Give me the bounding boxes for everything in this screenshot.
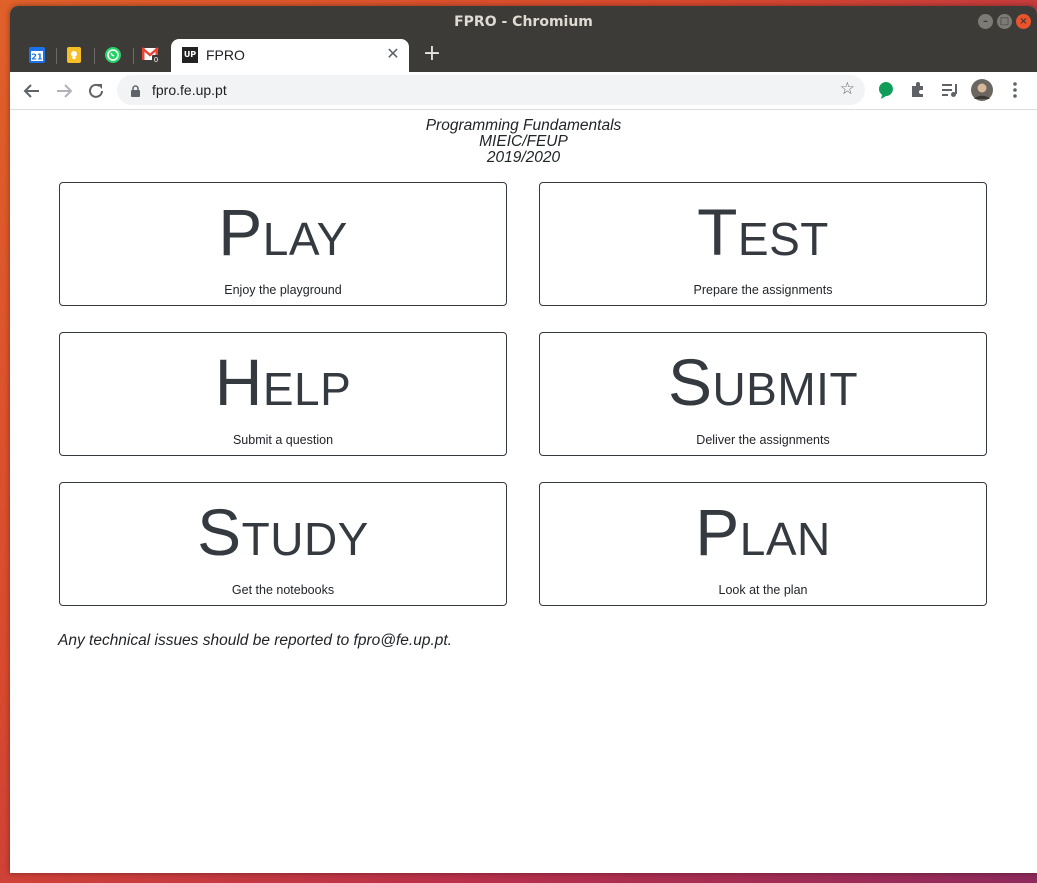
card-subtitle: Look at the plan [718,583,808,597]
page-header: Programming Fundamentals MIEIC/FEUP 2019… [10,118,1037,166]
tab-separator [133,48,134,64]
card-subtitle: Get the notebooks [231,583,335,597]
browser-window: FPRO - Chromium – □ × 21 0 UP FPRO ✕ + f… [10,6,1037,873]
svg-text:0: 0 [154,56,158,63]
url-text[interactable]: fpro.fe.up.pt [152,82,227,98]
tab-gmail[interactable]: 0 [140,44,162,66]
tab-fpro[interactable]: UP FPRO ✕ [171,39,409,72]
window-title: FPRO - Chromium [454,14,593,30]
card-title[interactable]: Play [60,197,506,267]
gmail-icon: 0 [142,47,160,63]
profile-avatar[interactable] [971,79,993,101]
browser-toolbar: fpro.fe.up.pt ☆ [10,72,1037,110]
card-subtitle: Deliver the assignments [696,433,830,447]
whatsapp-icon [105,47,121,63]
card-test[interactable]: Test Prepare the assignments [539,182,987,306]
tab-close-icon[interactable]: ✕ [385,46,401,62]
tab-title: FPRO [206,47,245,63]
card-help[interactable]: Help Submit a question [59,332,507,456]
card-title[interactable]: Study [60,497,506,567]
window-controls: – □ × [978,14,1031,29]
tab-whatsapp[interactable] [102,44,124,66]
card-study[interactable]: Study Get the notebooks [59,482,507,606]
extension-green-icon[interactable] [875,79,897,101]
program-name: MIEIC/FEUP [479,133,568,150]
card-title[interactable]: Test [540,197,986,267]
back-icon[interactable] [20,79,44,103]
extensions-puzzle-icon[interactable] [907,79,929,101]
close-icon[interactable]: × [1016,14,1031,29]
card-submit[interactable]: Submit Deliver the assignments [539,332,987,456]
title-bar: FPRO - Chromium – □ × 21 0 UP FPRO ✕ + [10,6,1037,72]
card-plan[interactable]: Plan Look at the plan [539,482,987,606]
keep-icon [67,47,81,63]
tab-keep[interactable] [63,44,85,66]
card-subtitle: Prepare the assignments [693,283,833,297]
calendar-icon: 21 [29,47,45,63]
tab-separator [94,48,95,64]
forward-icon[interactable] [52,79,76,103]
lock-icon[interactable] [130,83,141,102]
card-subtitle: Submit a question [232,433,334,447]
menu-kebab-icon[interactable] [1004,79,1026,101]
card-subtitle: Enjoy the playground [224,283,342,297]
reload-icon[interactable] [84,79,108,103]
calendar-day: 21 [31,53,43,62]
card-title[interactable]: Plan [540,497,986,567]
new-tab-icon[interactable]: + [422,43,442,65]
card-title[interactable]: Submit [540,347,986,417]
page-content: Programming Fundamentals MIEIC/FEUP 2019… [10,110,1037,873]
tab-separator [56,48,57,64]
bookmark-star-icon[interactable]: ☆ [840,81,855,98]
card-play[interactable]: Play Enjoy the playground [59,182,507,306]
tab-strip: 21 0 UP FPRO ✕ + [10,38,1037,72]
media-queue-icon[interactable] [939,79,961,101]
fpro-favicon-icon: UP [182,47,198,63]
support-note: Any technical issues should be reported … [58,632,452,649]
academic-year: 2019/2020 [486,149,561,166]
course-name: Programming Fundamentals [425,117,622,134]
maximize-icon[interactable]: □ [997,14,1012,29]
card-title[interactable]: Help [60,347,506,417]
address-bar[interactable]: fpro.fe.up.pt ☆ [117,75,865,105]
minimize-icon[interactable]: – [978,14,993,29]
tab-calendar[interactable]: 21 [26,44,48,66]
